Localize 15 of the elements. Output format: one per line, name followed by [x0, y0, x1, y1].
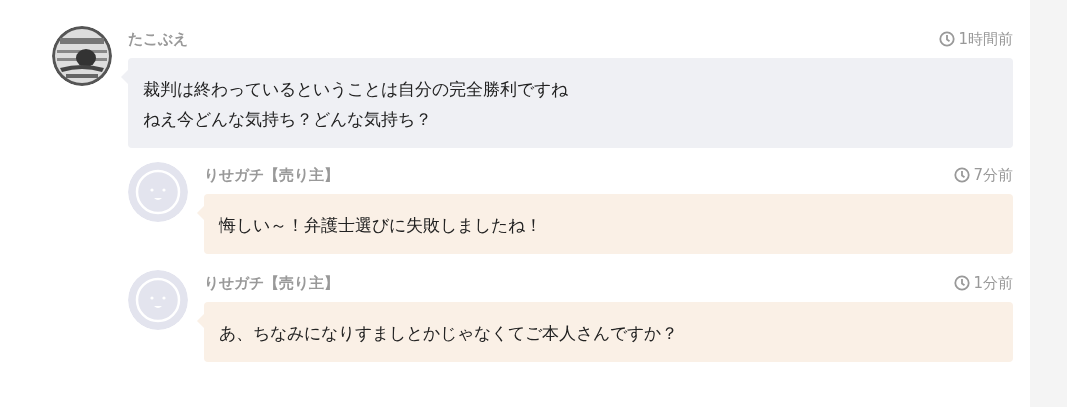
avatar-icon	[128, 270, 188, 330]
message-text: ねえ今どんな気持ち？どんな気持ち？	[143, 108, 433, 131]
author-name: りせガチ【売り主】	[204, 273, 339, 293]
timestamp: 1時間前	[958, 29, 1013, 49]
avatar-icon	[128, 162, 188, 222]
clock-icon	[954, 275, 971, 291]
message-text: 悔しい～！弁護士選びに失敗しましたね！	[219, 214, 543, 237]
message-text: あ、ちなみになりすましとかじゃなくてご本人さんですか？	[219, 322, 679, 345]
message-text: 裁判は終わっているということは自分の完全勝利ですね	[143, 78, 569, 101]
clock-icon	[939, 31, 956, 47]
clock-icon	[954, 167, 971, 183]
author-name: りせガチ【売り主】	[204, 165, 339, 185]
timestamp: 7分前	[973, 165, 1013, 185]
author-name: たこぶえ	[128, 29, 188, 49]
timestamp: 1分前	[973, 273, 1013, 293]
